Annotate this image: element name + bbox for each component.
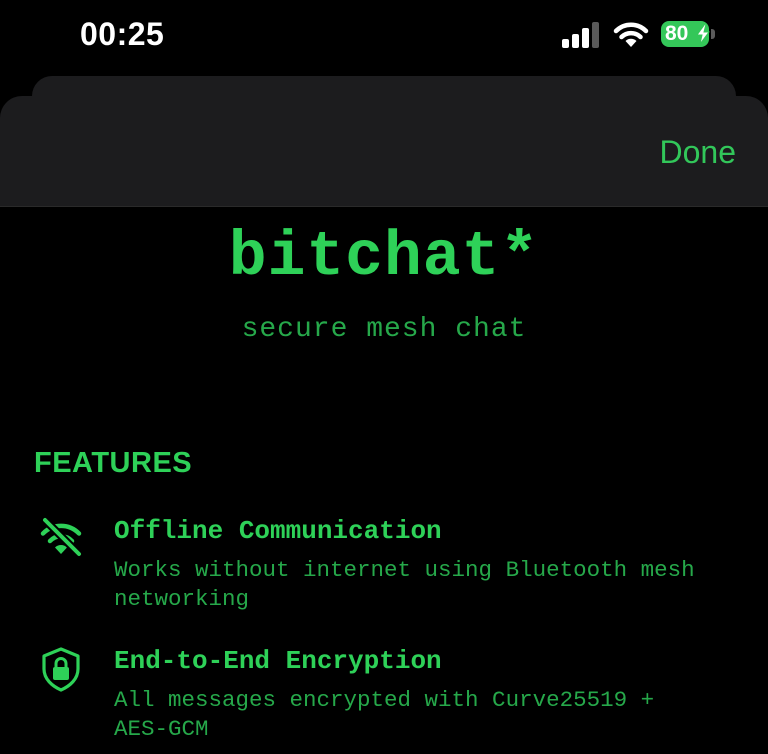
wifi-icon (613, 22, 649, 47)
wifi-off-icon (40, 516, 83, 558)
done-button[interactable]: Done (660, 134, 737, 171)
charging-bolt-icon (696, 24, 710, 44)
features-header: FEATURES (34, 447, 193, 479)
sheet-header: Done (0, 96, 768, 207)
app-subtitle: secure mesh chat (241, 314, 527, 345)
feature-title: Offline Communication (114, 516, 442, 546)
app-title: bitchat* (228, 222, 540, 293)
battery-cap (711, 29, 715, 39)
screen: 00:25 80 Done bitchat* secure mesh chat … (0, 0, 768, 754)
feature-title: End-to-End Encryption (114, 646, 442, 676)
cellular-signal-icon (562, 22, 599, 48)
feature-description: Works without internet using Bluetooth m… (114, 557, 695, 612)
feature-description: All messages encrypted with Curve25519 +… (114, 687, 655, 742)
lock-shield-icon (42, 647, 80, 692)
status-time: 00:25 (80, 16, 165, 52)
battery-indicator: 80 (661, 21, 717, 49)
